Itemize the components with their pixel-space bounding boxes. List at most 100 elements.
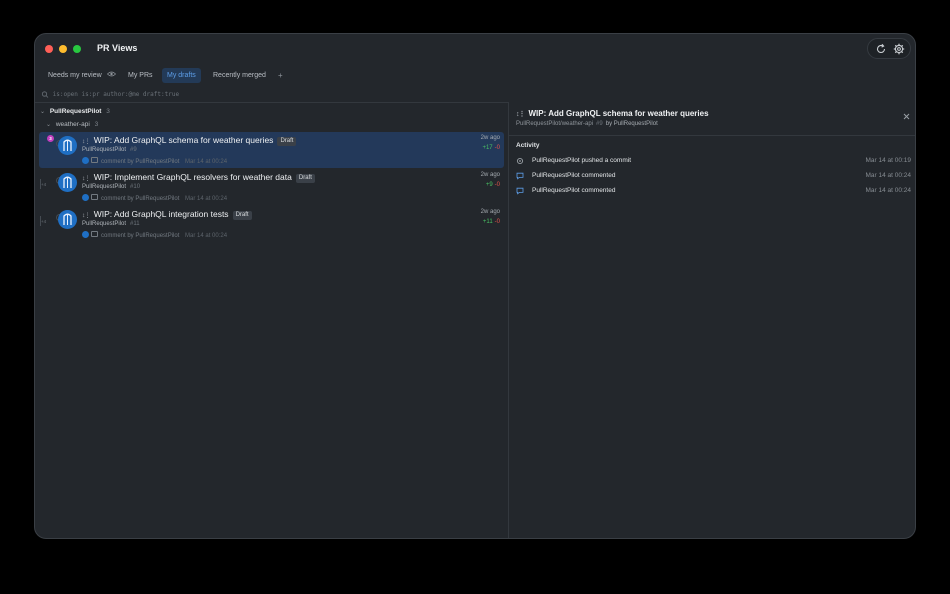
app-title: PR Views (97, 43, 138, 53)
comment-text: comment by PullRequestPilot (101, 233, 180, 239)
tab-label: Needs my review (48, 72, 102, 79)
chevron-down-icon: ⌄ (46, 122, 52, 128)
eye-icon (106, 71, 116, 77)
stack-marker: +4 (41, 219, 47, 224)
settings-button[interactable] (892, 42, 906, 56)
activity-time: Mar 14 at 00:24 (865, 172, 911, 179)
pr-age: 2w ago (480, 135, 500, 141)
avatar (58, 210, 77, 229)
pr-meta: PullRequestPilot #9 (82, 147, 137, 153)
tab-needs-my-review[interactable]: Needs my review (43, 68, 121, 83)
detail-author: by PullRequestPilot (605, 121, 658, 127)
pr-author: PullRequestPilot (82, 184, 127, 190)
avatar (82, 157, 89, 164)
repo-group-header[interactable]: ⌄ weather-api 3 (46, 119, 98, 131)
activity-time: Mar 14 at 00:24 (865, 187, 911, 194)
activity-item: PullRequestPilot commented Mar 14 at 00:… (516, 170, 911, 182)
filter-bar[interactable]: is:open is:pr author:@me draft:true (41, 89, 179, 101)
comment-icon (91, 194, 98, 200)
commit-icon (516, 157, 524, 165)
repo-name: weather-api (55, 121, 90, 128)
avatar (82, 231, 89, 238)
pr-number: #10 (130, 184, 141, 190)
pr-title-text: WIP: Add GraphQL integration tests (93, 209, 229, 219)
avatar (58, 173, 77, 192)
pr-number: #9 (130, 147, 137, 153)
org-name: PullRequestPilot (49, 108, 102, 115)
stack-marker: +4 (41, 182, 47, 187)
avatar (82, 194, 89, 201)
app-window: PR Views Needs my review My PRs My draft… (34, 33, 916, 539)
pull-request-icon: ↕⋮ (516, 111, 525, 118)
draft-badge: Draft (232, 211, 252, 220)
pr-last-comment: comment by PullRequestPilot Mar 14 at 00… (82, 194, 227, 202)
comment-icon (516, 172, 524, 180)
pull-request-icon: ↕⋮ (82, 138, 91, 145)
pr-list-item[interactable]: 3 ↕⋮ WIP: Add GraphQL schema for weather … (39, 132, 504, 168)
title-bar: PR Views (35, 34, 915, 64)
tab-my-drafts[interactable]: My drafts (162, 68, 201, 83)
pr-diffstat: +11 -0 (483, 219, 500, 225)
refresh-button[interactable] (874, 42, 888, 56)
pr-list-pane: ⌄ PullRequestPilot 3 ⌄ weather-api 3 3 ↕… (35, 103, 508, 538)
close-window-button[interactable] (45, 45, 53, 53)
draft-badge: Draft (295, 174, 315, 183)
repo-count: 3 (94, 121, 99, 128)
close-icon (903, 113, 910, 120)
comment-time: Mar 14 at 00:24 (185, 159, 228, 165)
additions: +11 (482, 219, 493, 225)
pilot-logo-icon (63, 213, 72, 225)
comment-text: comment by PullRequestPilot (101, 196, 180, 202)
pr-diffstat: +17 -0 (482, 145, 500, 151)
pr-age: 2w ago (480, 172, 500, 178)
comment-icon (91, 157, 98, 163)
pr-age: 2w ago (480, 209, 500, 215)
comment-text: comment by PullRequestPilot (101, 159, 180, 165)
pull-request-icon: ↕⋮ (82, 212, 91, 219)
close-detail-button[interactable] (902, 108, 911, 120)
avatar (58, 136, 77, 155)
pr-list-item[interactable]: +4 ↕⋮ WIP: Implement GraphQL resolvers fo… (39, 169, 504, 205)
pilot-logo-icon (63, 176, 72, 188)
activity-text: PullRequestPilot commented (532, 187, 616, 194)
add-tab-button[interactable]: + (278, 68, 283, 83)
pr-list-item[interactable]: +4 ↕⋮ WIP: Add GraphQL integration tests D… (39, 206, 504, 242)
pr-title-text: WIP: Implement GraphQL resolvers for wea… (93, 172, 292, 182)
filter-query: is:open is:pr author:@me draft:true (52, 91, 180, 98)
deletions: -0 (494, 219, 500, 225)
activity-text: PullRequestPilot commented (532, 172, 616, 179)
comment-icon (516, 187, 524, 195)
pr-author: PullRequestPilot (82, 147, 127, 153)
tab-recently-merged[interactable]: Recently merged (208, 68, 271, 83)
divider (509, 135, 915, 136)
minimize-window-button[interactable] (59, 45, 67, 53)
activity-item: PullRequestPilot commented Mar 14 at 00:… (516, 185, 911, 197)
pr-number: #11 (130, 221, 140, 227)
pr-last-comment: comment by PullRequestPilot Mar 14 at 00… (82, 157, 227, 165)
pr-title: ↕⋮ WIP: Implement GraphQL resolvers for w… (82, 172, 315, 184)
additions: +9 (485, 182, 493, 188)
pr-meta: PullRequestPilot #11 (82, 221, 140, 227)
toolbar-actions (867, 38, 911, 59)
search-icon (41, 91, 49, 98)
activity-item: PullRequestPilot pushed a commit Mar 14 … (516, 155, 911, 167)
detail-repo-link[interactable]: PullRequestPilot/weather-api (516, 121, 593, 127)
detail-title: ↕⋮ WIP: Add GraphQL schema for weather qu… (516, 109, 709, 118)
pr-author: PullRequestPilot (82, 221, 127, 227)
pilot-logo-icon (63, 139, 72, 151)
pull-request-icon: ↕⋮ (82, 175, 91, 182)
comment-icon (91, 231, 98, 237)
org-group-header[interactable]: ⌄ PullRequestPilot 3 (40, 106, 110, 118)
draft-badge: Draft (277, 137, 297, 146)
pr-title: ↕⋮ WIP: Add GraphQL schema for weather qu… (82, 135, 297, 147)
additions: +17 (482, 145, 493, 151)
pr-meta: PullRequestPilot #10 (82, 184, 140, 190)
deletions: -0 (494, 182, 500, 188)
detail-title-text: WIP: Add GraphQL schema for weather quer… (528, 109, 709, 118)
tab-my-prs[interactable]: My PRs (123, 68, 158, 83)
pr-last-comment: comment by PullRequestPilot Mar 14 at 00… (82, 231, 227, 239)
zoom-window-button[interactable] (73, 45, 81, 53)
activity-time: Mar 14 at 00:19 (865, 157, 911, 164)
deletions: -0 (494, 145, 500, 151)
chevron-down-icon: ⌄ (40, 109, 46, 115)
